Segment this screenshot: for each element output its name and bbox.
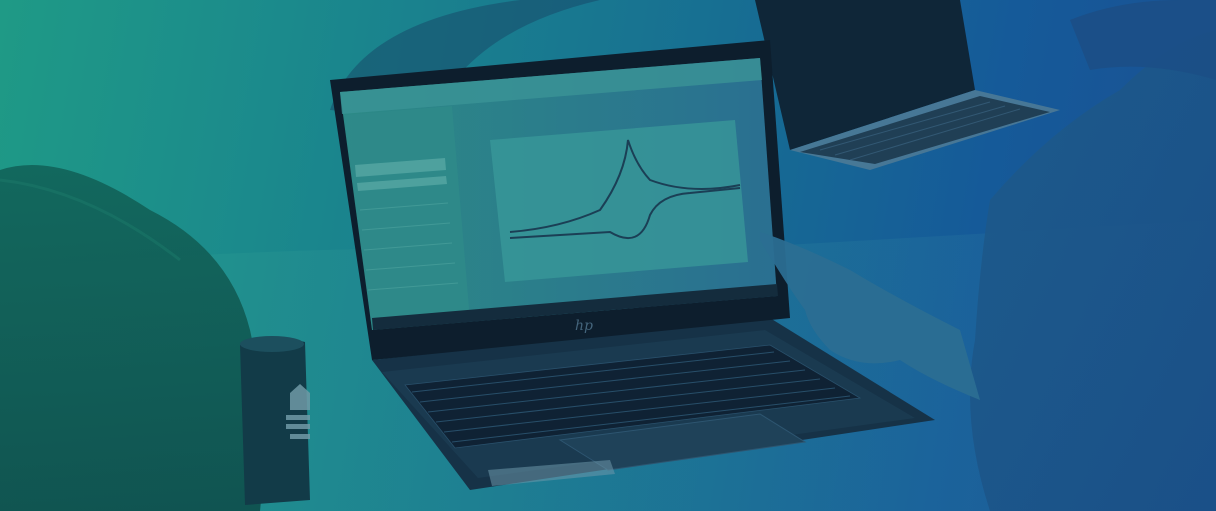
- secondary-laptop: [755, 0, 1060, 170]
- mug: [240, 336, 310, 505]
- plot-area: [490, 120, 748, 282]
- photo-illustration: hp: [0, 0, 1216, 511]
- hero-photo: hp: [0, 0, 1216, 511]
- hp-logo-icon: hp: [575, 318, 593, 334]
- left-person-shoulder: [0, 165, 264, 511]
